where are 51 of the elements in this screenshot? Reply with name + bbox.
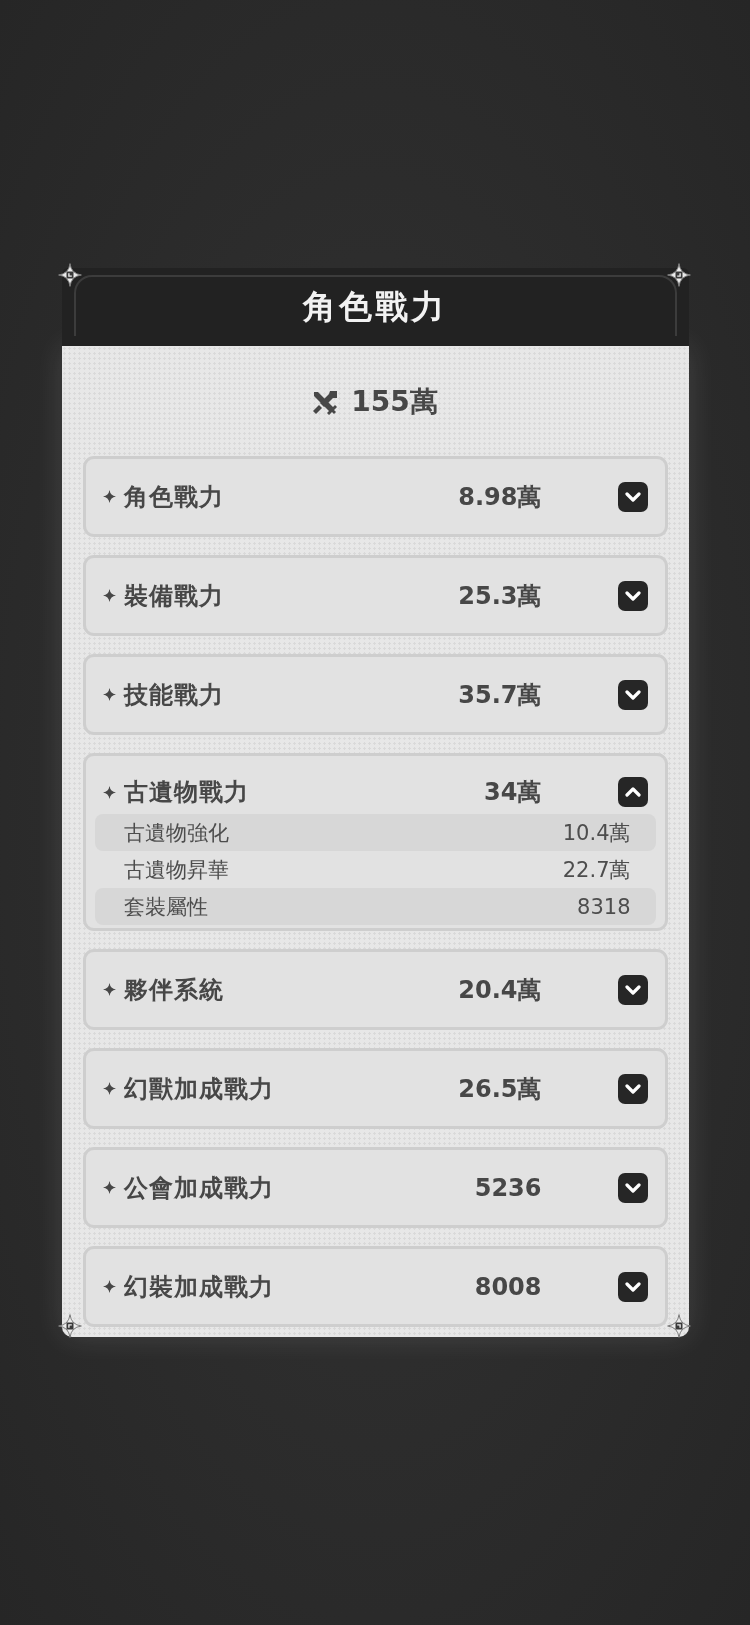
category-label: 夥伴系統: [123, 974, 225, 1006]
category-label: 公會加成戰力: [123, 1172, 275, 1204]
sparkle-icon: [102, 1181, 116, 1194]
expand-button[interactable]: [617, 580, 648, 611]
sparkle-icon: [102, 589, 116, 602]
detail-value: 8318: [577, 894, 631, 919]
detail-value: 10.4萬: [562, 819, 631, 847]
detail-label: 古遺物昇華: [123, 856, 229, 884]
chevron-down-icon: [624, 1083, 641, 1094]
category-value: 8.98萬: [458, 481, 542, 513]
chevron-down-icon: [624, 1182, 641, 1193]
corner-star-icon: [57, 263, 82, 287]
chevron-down-icon: [624, 984, 641, 995]
category-value: 26.5萬: [458, 1073, 542, 1105]
category-value: 8008: [474, 1272, 542, 1301]
category-label: 幻裝加成戰力: [123, 1271, 275, 1303]
detail-label: 古遺物強化: [123, 819, 229, 847]
total-power-value: 155萬: [351, 384, 438, 420]
collapse-button[interactable]: [617, 777, 648, 807]
category-value: 5236: [474, 1173, 542, 1202]
dialog-title: 角色戰力: [303, 285, 447, 328]
chevron-down-icon: [624, 590, 641, 601]
sparkle-icon: [102, 785, 116, 799]
category-value: 34萬: [484, 777, 542, 808]
category-value: 25.3萬: [458, 580, 542, 612]
category-value: 35.7萬: [458, 679, 542, 711]
expand-button[interactable]: [617, 481, 648, 512]
expand-button[interactable]: [617, 1271, 648, 1302]
sparkle-icon: [102, 490, 116, 503]
category-label: 角色戰力: [123, 481, 225, 513]
sparkle-icon: [102, 1082, 116, 1095]
category-label: 裝備戰力: [123, 580, 225, 612]
category-label: 技能戰力: [123, 679, 225, 711]
expand-button[interactable]: [617, 1172, 648, 1203]
category-value: 20.4萬: [458, 974, 542, 1006]
crossed-swords-icon: [312, 389, 340, 415]
expand-button[interactable]: [617, 679, 648, 710]
sparkle-icon: [102, 1280, 116, 1293]
sparkle-icon: [102, 983, 116, 996]
corner-star-icon: [666, 263, 691, 287]
chevron-down-icon: [624, 689, 641, 700]
chevron-up-icon: [624, 787, 641, 797]
category-label: 幻獸加成戰力: [123, 1073, 275, 1105]
expand-button[interactable]: [617, 974, 648, 1005]
chevron-down-icon: [624, 491, 641, 502]
sparkle-icon: [102, 688, 116, 701]
chevron-down-icon: [624, 1281, 641, 1292]
expand-button[interactable]: [617, 1073, 648, 1104]
detail-value: 22.7萬: [562, 856, 631, 884]
detail-label: 套裝屬性: [123, 893, 208, 921]
category-label: 古遺物戰力: [123, 777, 250, 808]
